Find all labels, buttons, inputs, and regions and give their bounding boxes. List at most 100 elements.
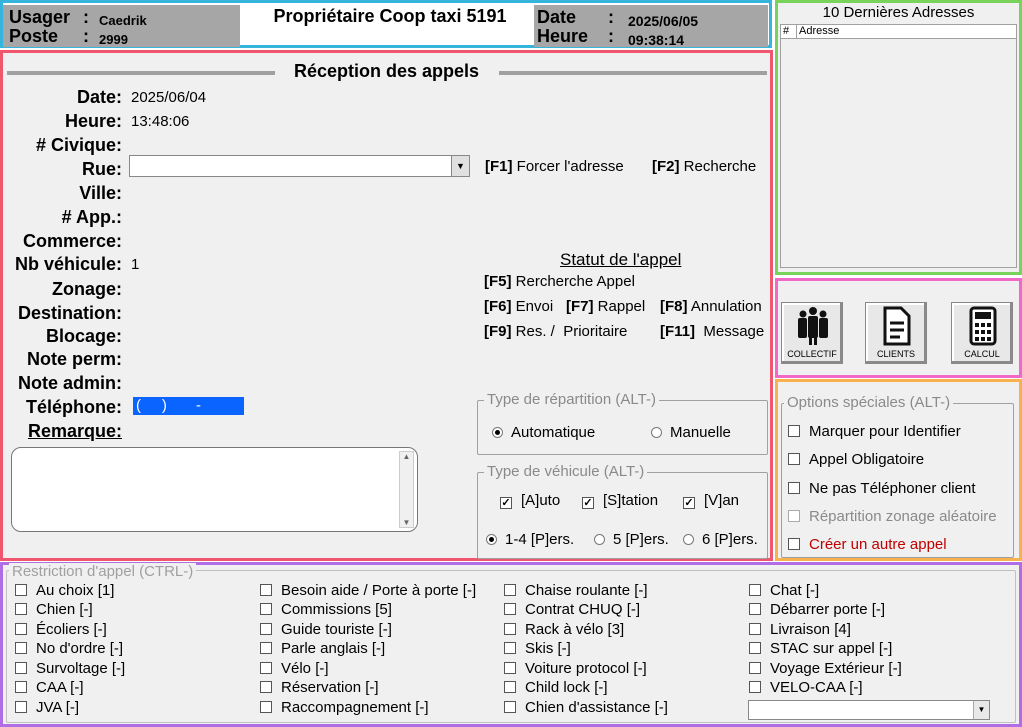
dispatch-auto-radio[interactable]: Automatique [492, 424, 595, 441]
scroll-down-icon[interactable]: ▼ [400, 518, 413, 527]
restriction-checkbox[interactable]: Écoliers [-] [15, 621, 107, 638]
chevron-down-icon[interactable]: ▼ [973, 701, 989, 719]
vehicle-van-checkbox[interactable]: ✓ [V]an [683, 492, 739, 509]
recent-addresses-title: 10 Dernières Adresses [822, 4, 975, 21]
street-combobox[interactable]: ▼ [129, 155, 470, 177]
f9-label: Res. / [515, 323, 555, 340]
restriction-checkbox[interactable]: Survoltage [-] [15, 660, 125, 677]
f8-cancel[interactable]: [F8] Annulation [660, 298, 762, 315]
restriction-checkbox[interactable]: Raccompagnement [-] [260, 699, 429, 716]
document-icon [883, 306, 911, 346]
dispatch-auto-label: Automatique [511, 424, 596, 441]
restriction-label: Livraison [4] [770, 621, 851, 638]
restriction-checkbox[interactable]: Vélo [-] [260, 660, 329, 677]
option-create-another-call[interactable]: Créer un autre appel [788, 536, 947, 553]
collectif-button[interactable]: COLLECTIF [781, 302, 843, 364]
restriction-checkbox[interactable]: Besoin aide / Porte à porte [-] [260, 582, 476, 599]
option-random-zoning[interactable]: Répartition zonage aléatoire [788, 508, 997, 525]
restriction-checkbox[interactable]: Chien d'assistance [-] [504, 699, 668, 716]
f1-key: [F1] [485, 158, 513, 175]
restriction-checkbox[interactable]: Voiture protocol [-] [504, 660, 647, 677]
clients-button[interactable]: CLIENTS [865, 302, 927, 364]
f1-force-address[interactable]: [F1] Forcer l'adresse [485, 158, 624, 175]
date-value: 2025/06/05 [628, 13, 699, 29]
checkbox-icon [260, 603, 272, 615]
option-no-phone[interactable]: Ne pas Téléphoner client [788, 480, 976, 497]
restriction-checkbox[interactable]: Voyage Extérieur [-] [749, 660, 902, 677]
restriction-checkbox[interactable]: Livraison [4] [749, 621, 851, 638]
restriction-extra-dropdown[interactable]: ▼ [748, 700, 990, 720]
dispatch-manual-radio[interactable]: Manuelle [651, 424, 731, 441]
restriction-checkbox[interactable]: Guide touriste [-] [260, 621, 392, 638]
f9-priority[interactable]: [F9] Res. / Prioritaire [484, 323, 627, 340]
f11-message[interactable]: [F11] Message [660, 323, 764, 340]
checkbox-icon [504, 642, 516, 654]
option-mark-identify[interactable]: Marquer pour Identifier [788, 423, 961, 440]
restriction-label: Parle anglais [-] [281, 640, 386, 657]
clients-label: CLIENTS [876, 349, 915, 359]
restriction-checkbox[interactable]: Contrat CHUQ [-] [504, 601, 640, 618]
chevron-down-icon[interactable]: ▼ [451, 156, 469, 176]
calculator-icon [969, 306, 997, 346]
special-options-group: Options spéciales (ALT-) Marquer pour Id… [781, 394, 1014, 558]
scroll-up-icon[interactable]: ▲ [400, 452, 413, 461]
restriction-label: Au choix [1] [36, 582, 115, 599]
restriction-label: Child lock [-] [525, 679, 608, 696]
user-value: Caedrik [99, 13, 147, 28]
restriction-checkbox[interactable]: Parle anglais [-] [260, 640, 385, 657]
restriction-checkbox[interactable]: Chien [-] [15, 601, 93, 618]
restriction-checkbox[interactable]: Au choix [1] [15, 582, 114, 599]
vehicle-station-checkbox[interactable]: ✓ [S]tation [582, 492, 658, 509]
pers-5-radio[interactable]: 5 [P]ers. [594, 531, 669, 548]
col-num-header[interactable]: # [781, 25, 797, 38]
date-colon: : [608, 7, 614, 27]
option-label: Ne pas Téléphoner client [809, 480, 976, 497]
restriction-label: Débarrer porte [-] [770, 601, 886, 618]
f2-search[interactable]: [F2] Recherche [652, 158, 756, 175]
restriction-checkbox[interactable]: Débarrer porte [-] [749, 601, 885, 618]
remark-scrollbar[interactable]: ▲ ▼ [399, 451, 414, 528]
checkbox-icon [504, 584, 516, 596]
status-title: Statut de l'appel [560, 250, 682, 269]
page-title: Propriétaire Coop taxi 5191 [273, 6, 507, 26]
calcul-button[interactable]: CALCUL [951, 302, 1013, 364]
restriction-checkbox[interactable]: JVA [-] [15, 699, 79, 716]
restriction-checkbox[interactable]: Chat [-] [749, 582, 819, 599]
pers-6-radio[interactable]: 6 [P]ers. [683, 531, 758, 548]
f5-search-call[interactable]: [F5] Rercherche Appel [484, 273, 635, 290]
group-people-icon [798, 307, 828, 345]
restriction-checkbox[interactable]: CAA [-] [15, 679, 84, 696]
option-mandatory-call[interactable]: Appel Obligatoire [788, 451, 924, 468]
checkbox-icon [749, 603, 761, 615]
f7-key: [F7] [566, 298, 594, 315]
restriction-checkbox[interactable]: Skis [-] [504, 640, 571, 657]
col-address-header[interactable]: Adresse [797, 25, 1016, 38]
remark-textarea[interactable]: ▲ ▼ [11, 447, 418, 532]
restriction-checkbox[interactable]: VELO-CAA [-] [749, 679, 863, 696]
radio-selected-icon [486, 534, 497, 545]
restriction-checkbox[interactable]: Rack à vélo [3] [504, 621, 624, 638]
call-reception-panel: Réception des appels Date: 2025/06/04 He… [0, 50, 773, 561]
restriction-checkbox[interactable]: Commissions [5] [260, 601, 392, 618]
f7-recall[interactable]: [F7] Rappel [566, 298, 645, 315]
restriction-checkbox[interactable]: Réservation [-] [260, 679, 379, 696]
f11-label: Message [703, 323, 765, 340]
restriction-checkbox[interactable]: Chaise roulante [-] [504, 582, 648, 599]
restriction-checkbox[interactable]: STAC sur appel [-] [749, 640, 892, 657]
note-admin-label: Note admin: [17, 373, 122, 393]
restriction-label: Chien d'assistance [-] [525, 699, 668, 716]
restriction-checkbox[interactable]: Child lock [-] [504, 679, 608, 696]
time-value: 09:38:14 [628, 32, 685, 48]
checkbox-icon [788, 482, 800, 494]
restriction-checkbox[interactable]: No d'ordre [-] [15, 640, 123, 657]
vehicle-type-title: Type de véhicule (ALT-) [484, 463, 648, 480]
call-restrictions-panel: Restriction d'appel (CTRL-) Au choix [1]… [0, 562, 1022, 727]
phone-input[interactable]: ( ) - [133, 397, 244, 415]
f6-send[interactable]: [F6] Envoi [484, 298, 553, 315]
checkbox-icon [260, 584, 272, 596]
time-field-label: Heure: [64, 111, 122, 131]
vehicle-auto-checkbox[interactable]: ✓ [A]uto [500, 492, 560, 509]
restriction-label: No d'ordre [-] [36, 640, 124, 657]
pers-1-4-radio[interactable]: 1-4 [P]ers. [486, 531, 574, 548]
recent-addresses-list[interactable]: # Adresse [780, 24, 1017, 268]
